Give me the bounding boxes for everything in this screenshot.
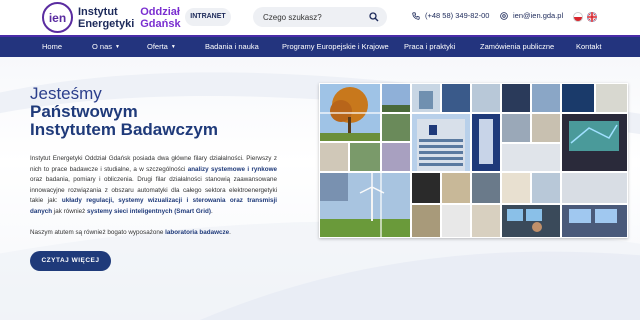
nav-item-badania[interactable]: Badania i nauka	[205, 37, 259, 57]
search-icon[interactable]	[369, 12, 379, 22]
chevron-down-icon: ▼	[170, 44, 176, 50]
nav-item-oferta[interactable]: Oferta ▼	[147, 37, 176, 57]
top-header: ien Instytut Energetyki Oddział Gdańsk I…	[0, 0, 640, 35]
logo-sub-line2: Gdańsk	[140, 17, 181, 30]
nav-item-o-nas[interactable]: O nas ▼	[92, 37, 120, 57]
logo-sub-line1: Oddział	[140, 5, 180, 18]
nav-item-kontakt[interactable]: Kontakt	[576, 37, 601, 57]
nav-item-home[interactable]: Home	[42, 37, 62, 57]
read-more-button[interactable]: CZYTAJ WIĘCEJ	[30, 251, 111, 271]
collage-image	[319, 83, 628, 238]
nav-item-zamowienia[interactable]: Zamówienia publiczne	[480, 37, 554, 57]
logo-line1: Instytut	[78, 5, 118, 18]
hero-heading-line3: Instytutem Badawczym	[30, 120, 218, 139]
photo-collage	[319, 83, 628, 238]
email-address: ien@ien.gda.pl	[513, 11, 564, 20]
main-nav: Home O nas ▼ Oferta ▼ Badania i nauka Prog…	[0, 35, 640, 57]
logo-mark: ien	[42, 2, 73, 33]
flag-en-icon[interactable]	[587, 12, 597, 22]
mail-icon	[500, 11, 508, 20]
hero-paragraph: Instytut Energetyki Oddział Gdańsk posia…	[30, 155, 277, 215]
phone-icon	[412, 11, 420, 20]
email-contact[interactable]: ien@ien.gda.pl	[500, 11, 563, 20]
link-laboratoria[interactable]: laboratoria badawcze	[165, 229, 229, 236]
hero-paragraph-2: Naszym atutem są również bogato wyposażo…	[30, 229, 231, 236]
nav-item-praca[interactable]: Praca i praktyki	[404, 37, 455, 57]
flag-pl-icon[interactable]	[573, 12, 583, 22]
nav-item-programy[interactable]: Programy Europejskie i Krajowe	[282, 37, 389, 57]
phone-contact[interactable]: (+48 58) 349-82-00	[412, 11, 489, 20]
search-input[interactable]	[253, 7, 363, 28]
intranet-button[interactable]: INTRANET	[185, 8, 231, 26]
link-analizy[interactable]: analizy systemowe i rynkowe	[188, 166, 277, 173]
phone-number: (+48 58) 349-82-00	[425, 11, 490, 20]
hero-heading-line2: Państwowym	[30, 102, 138, 121]
logo[interactable]: ien Instytut Energetyki Oddział Gdańsk	[42, 2, 181, 33]
hero-heading-line1: Jesteśmy	[30, 84, 102, 103]
link-smart-grid[interactable]: systemy sieci inteligentnych (Smart Grid…	[87, 208, 211, 215]
search-box	[253, 7, 387, 28]
chevron-down-icon: ▼	[115, 44, 120, 50]
logo-line2: Energetyki	[78, 17, 135, 30]
